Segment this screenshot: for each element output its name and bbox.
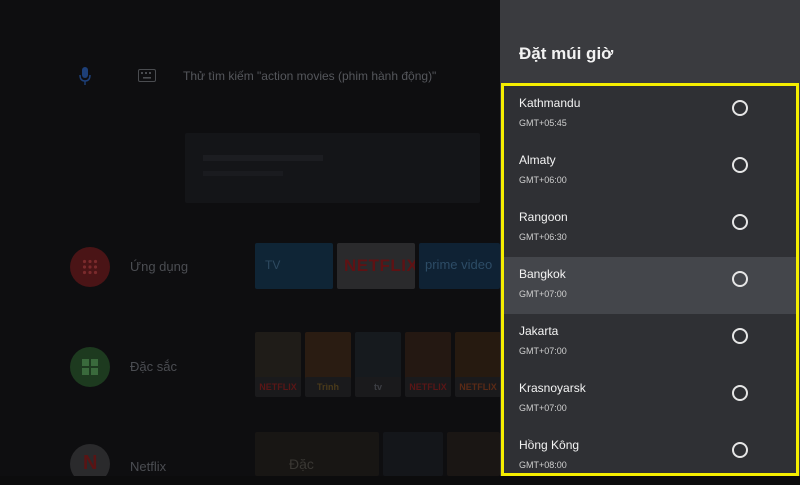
timezone-list[interactable]: Kathmandu GMT+05:45 Almaty GMT+06:00 Ran…	[501, 83, 799, 476]
timezone-name: Hồng Kông	[519, 438, 580, 452]
featured-logo: tv	[355, 377, 401, 397]
netflix-thumbnail[interactable]	[383, 432, 443, 476]
timezone-option-krasnoyarsk[interactable]: Krasnoyarsk GMT+07:00	[504, 371, 796, 428]
timezone-offset: GMT+07:00	[519, 346, 567, 356]
featured-banner[interactable]	[185, 133, 480, 203]
keyboard-icon[interactable]	[138, 69, 156, 82]
timezone-name: Kathmandu	[519, 96, 581, 110]
radio-unselected-icon[interactable]	[732, 328, 748, 344]
search-hint-text: Thử tìm kiếm "action movies (phim hành đ…	[183, 69, 437, 83]
timezone-option-kathmandu[interactable]: Kathmandu GMT+05:45	[504, 86, 796, 143]
row-label-apps: Ứng dụng	[130, 259, 189, 274]
home-screen-background: Thử tìm kiếm "action movies (phim hành đ…	[0, 0, 500, 476]
app-tile-netflix-label: NETFLIX	[344, 256, 415, 275]
app-tile-prime-label: prime video	[425, 257, 493, 272]
timezone-offset: GMT+08:00	[519, 460, 567, 470]
panel-title: Đặt múi giờ	[519, 44, 614, 63]
radio-unselected-icon[interactable]	[732, 214, 748, 230]
featured-icon[interactable]	[70, 347, 110, 387]
search-bar[interactable]: Thử tìm kiếm "action movies (phim hành đ…	[78, 60, 436, 92]
timezone-option-almaty[interactable]: Almaty GMT+06:00	[504, 143, 796, 200]
featured-logo: NETFLIX	[455, 377, 500, 397]
timezone-offset: GMT+07:00	[519, 289, 567, 299]
timezone-name: Bangkok	[519, 267, 566, 281]
app-tile-tv[interactable]: TV	[255, 243, 333, 289]
radio-unselected-icon[interactable]	[732, 442, 748, 458]
radio-unselected-icon[interactable]	[732, 100, 748, 116]
timezone-name: Krasnoyarsk	[519, 381, 586, 395]
row-label-featured: Đặc sắc	[130, 359, 177, 374]
timezone-name: Rangoon	[519, 210, 568, 224]
featured-logo: Trình	[305, 377, 351, 397]
netflix-icon[interactable]: N	[70, 444, 110, 476]
apps-grid-icon[interactable]	[70, 247, 110, 287]
timezone-option-jakarta[interactable]: Jakarta GMT+07:00	[504, 314, 796, 371]
netflix-thumbnail[interactable]	[447, 432, 500, 476]
timezone-option-bangkok[interactable]: Bangkok GMT+07:00	[504, 257, 796, 314]
app-tile-prime-video[interactable]: prime video	[419, 243, 500, 289]
radio-unselected-icon[interactable]	[732, 271, 748, 287]
featured-logo: NETFLIX	[405, 377, 451, 397]
featured-logo: NETFLIX	[255, 377, 301, 397]
row-label-netflix: Netflix	[130, 459, 167, 474]
netflix-thumbnail-title: Đặc	[289, 456, 314, 472]
timezone-option-hong-kong[interactable]: Hồng Kông GMT+08:00	[504, 428, 796, 485]
timezone-offset: GMT+05:45	[519, 118, 567, 128]
app-tile-netflix[interactable]: NETFLIX	[337, 243, 415, 289]
timezone-offset: GMT+06:00	[519, 175, 567, 185]
timezone-name: Jakarta	[519, 324, 559, 338]
netflix-thumbnail[interactable]: Đặc	[255, 432, 379, 476]
timezone-name: Almaty	[519, 153, 556, 167]
radio-unselected-icon[interactable]	[732, 385, 748, 401]
radio-unselected-icon[interactable]	[732, 157, 748, 173]
microphone-icon[interactable]	[78, 66, 92, 86]
timezone-offset: GMT+06:30	[519, 232, 567, 242]
timezone-offset: GMT+07:00	[519, 403, 567, 413]
timezone-option-rangoon[interactable]: Rangoon GMT+06:30	[504, 200, 796, 257]
app-tile-tv-label: TV	[265, 258, 281, 272]
